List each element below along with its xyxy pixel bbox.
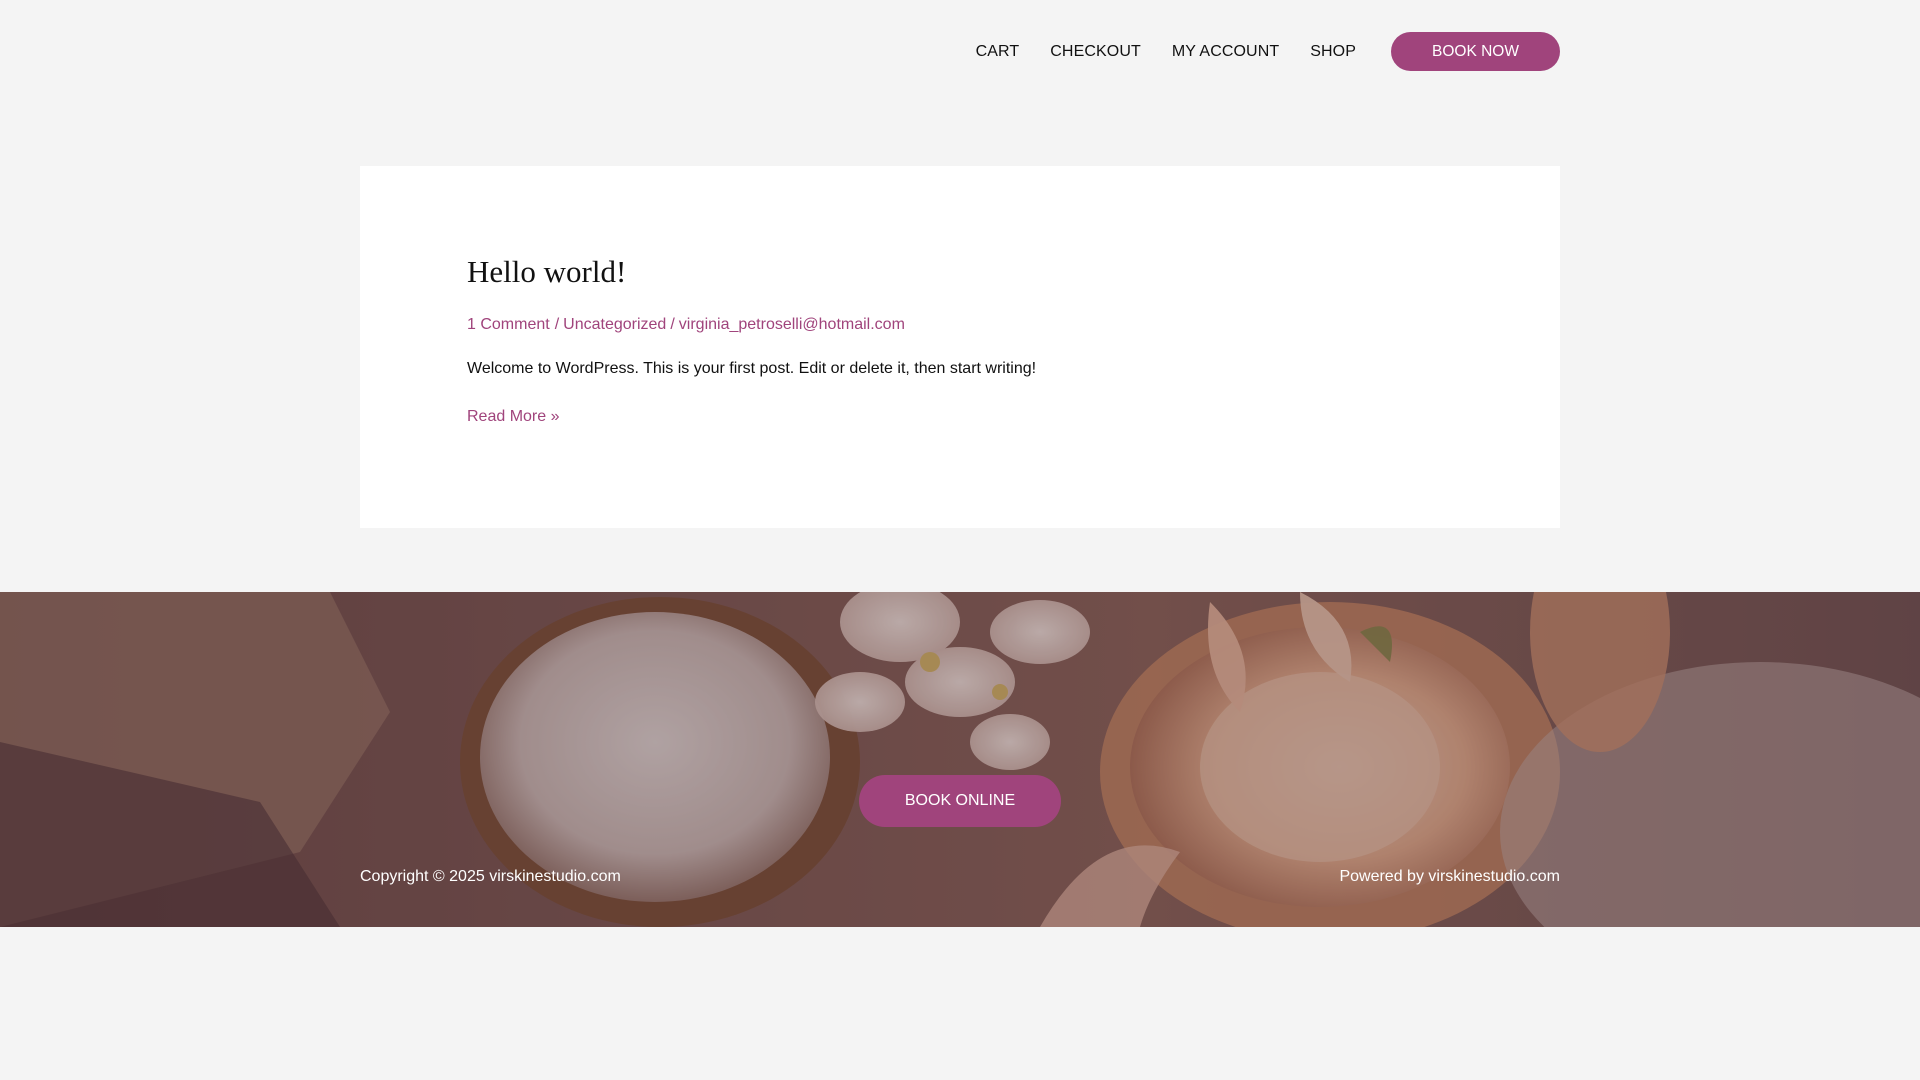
post-meta: 1 Comment / Uncategorized / virginia_petrose… [467,315,1457,335]
site-footer: BOOK ONLINE Copyright © 2025 virskinestu… [0,592,1920,927]
book-now-button[interactable]: BOOK NOW [1391,32,1560,71]
post-author-link[interactable]: virginia_petroselli@hotmail.com [679,316,905,333]
post-excerpt: Welcome to WordPress. This is your first… [467,360,1037,377]
nav-shop-link[interactable]: SHOP [1310,43,1356,61]
post-card: Hello world! 1 Comment / Uncategorized / vir… [360,166,1560,528]
post-content: Hello world! 1 Comment / Uncategorized / vir… [467,254,1457,426]
footer-copyright: Copyright © 2025 virskinestudio.com [360,868,621,885]
nav-checkout-link[interactable]: CHECKOUT [1050,43,1141,61]
footer-overlay [0,592,1920,927]
meta-separator: / [670,316,675,333]
book-online-button[interactable]: BOOK ONLINE [859,775,1061,827]
footer-powered-by: Powered by virskinestudio.com [1339,868,1560,885]
post-category-link[interactable]: Uncategorized [563,316,666,333]
main-navigation: CART CHECKOUT MY ACCOUNT SHOP BOOK NOW [976,32,1560,71]
nav-my-account-link[interactable]: MY ACCOUNT [1172,43,1279,61]
read-more-link[interactable]: Read More » [467,408,560,426]
post-title[interactable]: Hello world! [467,254,1457,290]
site-header: CART CHECKOUT MY ACCOUNT SHOP BOOK NOW [0,0,1920,103]
meta-separator: / [554,316,560,333]
post-comments-link[interactable]: 1 Comment [467,316,550,333]
nav-cart-link[interactable]: CART [976,43,1020,61]
